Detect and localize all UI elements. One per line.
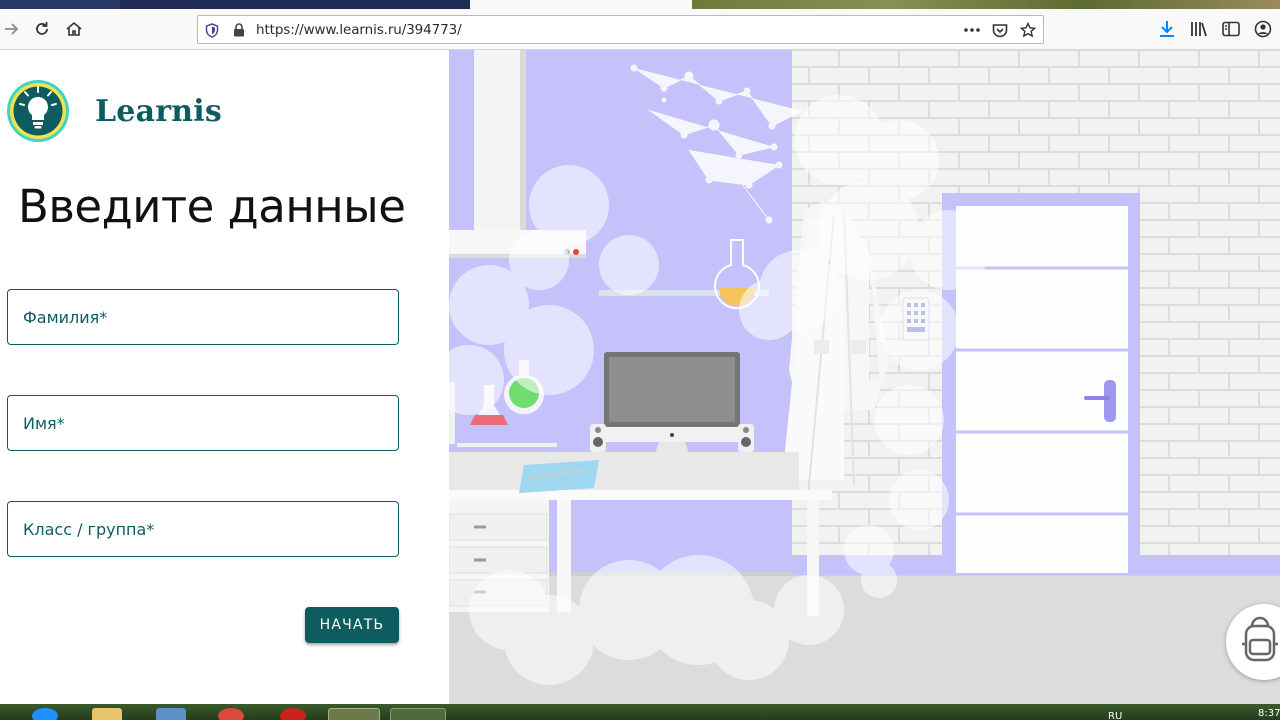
- star-icon[interactable]: [1020, 22, 1036, 38]
- start-button[interactable]: НАЧАТЬ: [305, 607, 399, 643]
- class-group-field[interactable]: Класс / группа*: [7, 501, 399, 557]
- account-icon: [1254, 20, 1272, 38]
- url-text[interactable]: https://www.learnis.ru/394773/: [256, 22, 462, 38]
- firefox-icon[interactable]: [328, 708, 380, 720]
- library-button[interactable]: [1187, 17, 1211, 41]
- lightbulb-logo-icon: [7, 80, 69, 142]
- os-taskbar: RU 8:37: [0, 704, 1280, 720]
- explorer-icon[interactable]: [156, 708, 186, 720]
- reload-icon: [36, 22, 48, 35]
- reload-button[interactable]: [30, 17, 54, 41]
- lock-icon[interactable]: [231, 22, 247, 38]
- brand-name: Learnis: [95, 94, 222, 129]
- folder-icon[interactable]: [92, 708, 122, 720]
- more-icon[interactable]: [964, 22, 980, 38]
- url-bar[interactable]: https://www.learnis.ru/394773/: [197, 15, 1044, 44]
- lab-illustration: [449, 50, 1280, 704]
- name-field[interactable]: Имя*: [7, 395, 399, 451]
- backpack-icon: [1242, 616, 1278, 662]
- login-panel: Learnis Введите данные Фамилия* Имя* Кла…: [0, 50, 449, 704]
- chrome-icon[interactable]: [218, 708, 244, 720]
- shield-icon[interactable]: [204, 22, 220, 38]
- tab-strip: [0, 0, 1280, 9]
- arrow-right-icon: [5, 23, 19, 35]
- active-tab[interactable]: [470, 0, 692, 9]
- browser-toolbar: https://www.learnis.ru/394773/: [0, 9, 1280, 50]
- ie-icon[interactable]: [32, 708, 58, 720]
- forward-button[interactable]: [0, 17, 24, 41]
- app-task-icon[interactable]: [390, 708, 446, 720]
- surname-field[interactable]: Фамилия*: [7, 289, 399, 345]
- class-group-field-label: Класс / группа*: [23, 520, 155, 539]
- account-button[interactable]: [1251, 17, 1275, 41]
- download-icon: [1160, 21, 1174, 37]
- clock[interactable]: 8:37: [1258, 708, 1280, 719]
- language-indicator[interactable]: RU: [1108, 711, 1122, 720]
- sidebar-icon: [1222, 21, 1240, 37]
- download-button[interactable]: [1155, 17, 1179, 41]
- page-title: Введите данные: [18, 180, 406, 233]
- opera-icon[interactable]: [280, 708, 306, 720]
- sidebar-button[interactable]: [1219, 17, 1243, 41]
- name-field-label: Имя*: [23, 414, 65, 433]
- lab-scene-image: [449, 50, 1280, 704]
- home-icon: [66, 21, 82, 36]
- home-button[interactable]: [62, 17, 86, 41]
- pocket-icon[interactable]: [992, 22, 1008, 38]
- surname-field-label: Фамилия*: [23, 308, 108, 327]
- library-icon: [1191, 22, 1207, 37]
